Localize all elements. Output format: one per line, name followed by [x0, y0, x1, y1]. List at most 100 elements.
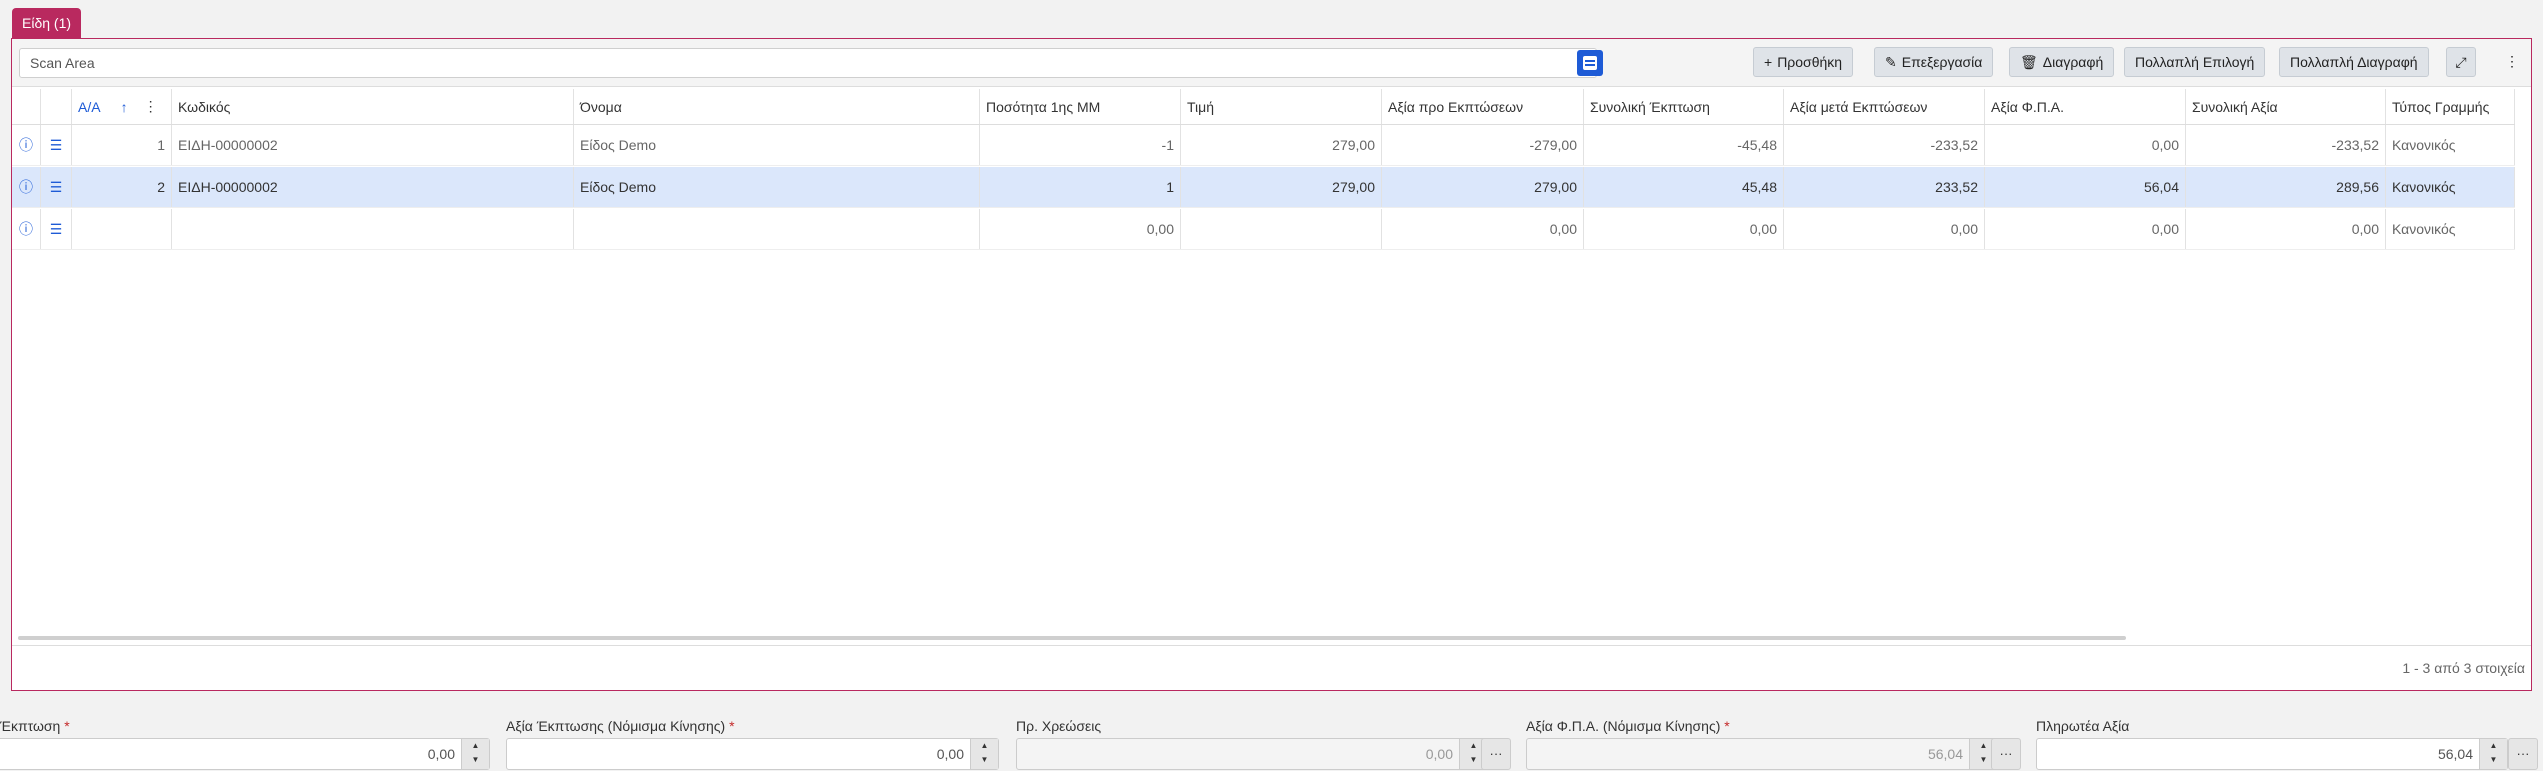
header-price[interactable]: Τιμή: [1181, 89, 1382, 124]
edit-button[interactable]: ✎ Επεξεργασία: [1874, 47, 1994, 77]
cell-value-before: -279,00: [1382, 125, 1584, 165]
header-code[interactable]: Κωδικός: [172, 89, 574, 124]
vat-value-currency-label: Αξία Φ.Π.Α. (Νόμισμα Κίνησης) *: [1526, 718, 1730, 734]
extra-charges-field: 0,00 ▲ ▼: [1016, 738, 1488, 770]
cell-aa: [72, 209, 172, 249]
discount-stepper[interactable]: ▲ ▼: [461, 739, 489, 769]
cell-total: 289,56: [2186, 167, 2386, 207]
cell-price: 279,00: [1181, 125, 1382, 165]
cell-vat: 0,00: [1985, 125, 2186, 165]
cell-price: [1181, 209, 1382, 249]
cell-value-after: 233,52: [1784, 167, 1985, 207]
delete-button[interactable]: 🗑 Διαγραφή: [2009, 47, 2115, 77]
items-panel: Scan Area + Προσθήκη ✎ Επεξεργασία 🗑 Διαγρα…: [11, 38, 2532, 691]
scan-button[interactable]: [1577, 50, 1603, 76]
header-total-discount[interactable]: Συνολική Έκπτωση: [1584, 89, 1784, 124]
cell-aa: 2: [72, 167, 172, 207]
info-icon[interactable]: ⓘ: [12, 167, 41, 207]
cell-value-before: 0,00: [1382, 209, 1584, 249]
edit-label: Επεξεργασία: [1901, 54, 1983, 70]
ellipsis-icon: ···: [1489, 746, 1503, 761]
header-info-col: [12, 89, 41, 124]
cell-vat: 56,04: [1985, 167, 2186, 207]
sort-asc-icon[interactable]: ↑: [121, 99, 128, 115]
row-menu-icon[interactable]: ☰: [41, 167, 72, 207]
pencil-icon: ✎: [1885, 54, 1897, 70]
cell-aa: 1: [72, 125, 172, 165]
discount-label: Έκπτωση *: [0, 718, 70, 734]
payable-value: 56,04: [2437, 746, 2473, 762]
column-menu-icon[interactable]: ⋮: [144, 98, 158, 115]
cell-total: 0,00: [2186, 209, 2386, 249]
table-row[interactable]: ⓘ ☰ 0,00 0,00 0,00 0,00 0,00 0,00 Κανονι…: [12, 209, 2515, 250]
kebab-icon: ⋮: [2505, 53, 2519, 69]
vat-value-currency-value: 56,04: [1927, 746, 1963, 762]
cell-name: Είδος Demo: [574, 167, 980, 207]
header-name[interactable]: Όνομα: [574, 89, 980, 124]
header-menu-col: [41, 89, 72, 124]
table-row-selected[interactable]: ⓘ ☰ 2 ΕΙΔΗ-00000002 Είδος Demo 1 279,00 …: [12, 167, 2515, 208]
vat-lookup-button[interactable]: ···: [1991, 738, 2021, 770]
payable-label: Πληρωτέα Αξία: [2036, 718, 2130, 734]
cell-name: Είδος Demo: [574, 125, 980, 165]
row-menu-icon[interactable]: ☰: [41, 209, 72, 249]
extra-charges-lookup-button[interactable]: ···: [1481, 738, 1511, 770]
discount-value-currency-value: 0,00: [936, 746, 964, 762]
cell-line-type: Κανονικός: [2386, 167, 2515, 207]
multi-select-button[interactable]: Πολλαπλή Επιλογή: [2124, 47, 2266, 77]
cell-qty: 1: [980, 167, 1181, 207]
header-aa[interactable]: Α/Α ↑ ⋮: [72, 89, 172, 124]
cell-total-discount: -45,48: [1584, 125, 1784, 165]
header-aa-label: Α/Α: [78, 98, 101, 115]
header-vat[interactable]: Αξία Φ.Π.Α.: [1985, 89, 2186, 124]
cell-name: [574, 209, 980, 249]
ellipsis-icon: ···: [2516, 746, 2530, 761]
cell-value-after: 0,00: [1784, 209, 1985, 249]
delete-label: Διαγραφή: [2042, 54, 2104, 70]
cell-value-after: -233,52: [1784, 125, 1985, 165]
header-line-type[interactable]: Τύπος Γραμμής: [2386, 89, 2515, 124]
multi-delete-button[interactable]: Πολλαπλή Διαγραφή: [2279, 47, 2429, 77]
cell-price: 279,00: [1181, 167, 1382, 207]
barcode-icon: [1583, 56, 1597, 70]
grid-header: Α/Α ↑ ⋮ Κωδικός Όνομα Ποσότητα 1ης ΜΜ Τι…: [12, 89, 2515, 125]
grid-toolbar: Scan Area + Προσθήκη ✎ Επεξεργασία 🗑 Διαγρα…: [12, 39, 2531, 87]
tab-items[interactable]: Είδη (1): [12, 8, 82, 38]
cell-line-type: Κανονικός: [2386, 209, 2515, 249]
cell-total-discount: 0,00: [1584, 209, 1784, 249]
expand-button[interactable]: ⤢: [2446, 47, 2476, 77]
cell-qty: -1: [980, 125, 1181, 165]
discount-value-currency-stepper[interactable]: ▲ ▼: [970, 739, 998, 769]
info-icon[interactable]: ⓘ: [12, 209, 41, 249]
scan-area-input[interactable]: Scan Area: [19, 48, 1597, 78]
cell-total-discount: 45,48: [1584, 167, 1784, 207]
horizontal-scrollbar[interactable]: [18, 636, 2126, 640]
cell-value-before: 279,00: [1382, 167, 1584, 207]
ellipsis-icon: ···: [1999, 746, 2013, 761]
header-qty[interactable]: Ποσότητα 1ης ΜΜ: [980, 89, 1181, 124]
vat-value-currency-field: 56,04 ▲ ▼: [1526, 738, 1998, 770]
add-label: Προσθήκη: [1777, 54, 1843, 70]
cell-total: -233,52: [2186, 125, 2386, 165]
payable-stepper[interactable]: ▲ ▼: [2479, 739, 2507, 769]
header-total[interactable]: Συνολική Αξία: [2186, 89, 2386, 124]
info-icon[interactable]: ⓘ: [12, 125, 41, 165]
cell-code: ΕΙΔΗ-00000002: [172, 167, 574, 207]
cell-qty: 0,00: [980, 209, 1181, 249]
payable-lookup-button[interactable]: ···: [2508, 738, 2538, 770]
discount-field[interactable]: 0,00 ▲ ▼: [0, 738, 490, 770]
discount-value-currency-field[interactable]: 0,00 ▲ ▼: [506, 738, 999, 770]
cell-vat: 0,00: [1985, 209, 2186, 249]
header-value-after[interactable]: Αξία μετά Εκπτώσεων: [1784, 89, 1985, 124]
table-row[interactable]: ⓘ ☰ 1 ΕΙΔΗ-00000002 Είδος Demo -1 279,00…: [12, 125, 2515, 166]
header-value-before[interactable]: Αξία προ Εκπτώσεων: [1382, 89, 1584, 124]
row-menu-icon[interactable]: ☰: [41, 125, 72, 165]
more-options-button[interactable]: ⋮: [2502, 47, 2522, 77]
extra-charges-label: Πρ. Χρεώσεις: [1016, 718, 1102, 734]
discount-value: 0,00: [427, 746, 455, 762]
cell-line-type: Κανονικός: [2386, 125, 2515, 165]
plus-icon: +: [1764, 54, 1773, 70]
payable-field[interactable]: 56,04 ▲ ▼: [2036, 738, 2508, 770]
add-button[interactable]: + Προσθήκη: [1753, 47, 1854, 77]
cell-code: [172, 209, 574, 249]
